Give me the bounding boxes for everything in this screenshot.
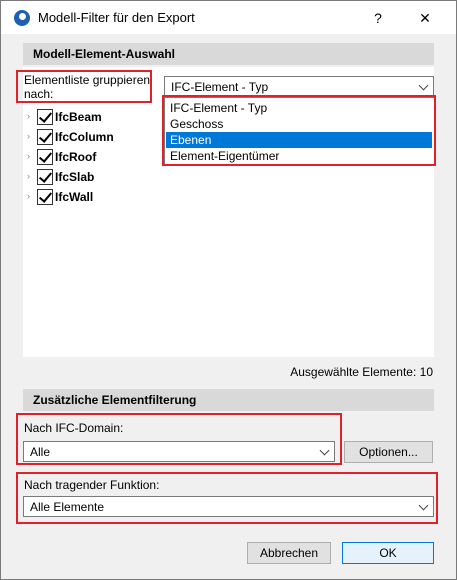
expand-arrow-icon[interactable]: › (27, 191, 30, 201)
cancel-button[interactable]: Abbrechen (247, 542, 331, 564)
chevron-down-icon (418, 500, 429, 511)
window-title: Modell-Filter für den Export (38, 10, 195, 25)
ok-button[interactable]: OK (342, 542, 434, 564)
chevron-down-icon (418, 80, 429, 91)
group-label-line2: nach: (24, 87, 54, 101)
expand-arrow-icon[interactable]: › (27, 131, 30, 141)
group-by-dropdown[interactable]: IFC-Element - Typ (164, 76, 434, 97)
selected-count: Ausgewählte Elemente: 10 (290, 365, 433, 379)
tree-item-label: IfcRoof (55, 150, 97, 164)
expand-arrow-icon[interactable]: › (27, 151, 30, 161)
domain-dropdown[interactable]: Alle (23, 441, 335, 462)
app-icon (14, 10, 30, 26)
group-by-value: IFC-Element - Typ (171, 80, 269, 94)
checkbox[interactable] (37, 129, 53, 145)
tree-item-label: IfcWall (55, 190, 94, 204)
annotation-box (162, 95, 436, 166)
section-header-additional-filtering: Zusätzliche Elementfilterung (23, 389, 434, 411)
domain-label: Nach IFC-Domain: (24, 421, 124, 435)
expand-arrow-icon[interactable]: › (27, 171, 30, 181)
checkbox[interactable] (37, 149, 53, 165)
title-bar[interactable]: Modell-Filter für den Export ? ✕ (1, 1, 456, 34)
checkbox[interactable] (37, 109, 53, 125)
tree-item-label: IfcColumn (55, 130, 114, 144)
function-value: Alle Elemente (30, 500, 105, 514)
section-header-element-selection: Modell-Element-Auswahl (23, 43, 434, 65)
tree-item-label: IfcSlab (55, 170, 95, 184)
help-button[interactable]: ? (358, 5, 398, 31)
checkbox[interactable] (37, 169, 53, 185)
tree-item-label: IfcBeam (55, 110, 102, 124)
export-filter-dialog: Modell-Filter für den Export ? ✕ Modell-… (0, 0, 457, 580)
domain-value: Alle (30, 445, 51, 459)
load-bearing-function-dropdown[interactable]: Alle Elemente (23, 496, 434, 517)
function-label: Nach tragender Funktion: (24, 478, 160, 492)
checkbox[interactable] (37, 189, 53, 205)
chevron-down-icon (319, 445, 330, 456)
expand-arrow-icon[interactable]: › (27, 111, 30, 121)
group-label-line1: Elementliste gruppieren (24, 73, 151, 87)
close-button[interactable]: ✕ (405, 5, 445, 31)
options-button[interactable]: Optionen... (344, 441, 433, 463)
